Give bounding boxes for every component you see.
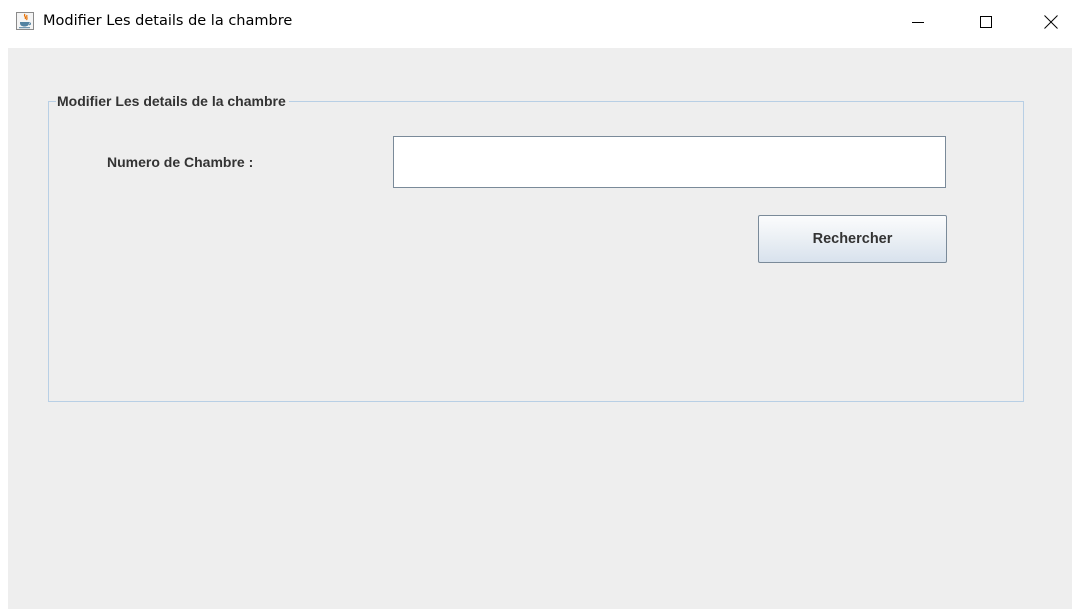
minimize-icon — [912, 22, 924, 23]
panel-title: Modifier Les details de la chambre — [56, 93, 289, 110]
java-app-icon — [16, 12, 34, 30]
content-area: Modifier Les details de la chambre Numer… — [8, 48, 1072, 609]
close-icon — [1044, 15, 1058, 29]
room-number-label: Numero de Chambre : — [107, 154, 254, 170]
minimize-button[interactable] — [895, 0, 941, 44]
window-title: Modifier Les details de la chambre — [43, 13, 293, 29]
maximize-icon — [980, 16, 992, 28]
title-bar[interactable]: Modifier Les details de la chambre — [0, 0, 1072, 48]
room-number-input[interactable] — [393, 136, 946, 188]
close-button[interactable] — [1028, 0, 1072, 44]
app-window: Modifier Les details de la chambre Modif… — [0, 0, 1072, 609]
maximize-button[interactable] — [963, 0, 1009, 44]
search-button[interactable]: Rechercher — [758, 215, 947, 263]
